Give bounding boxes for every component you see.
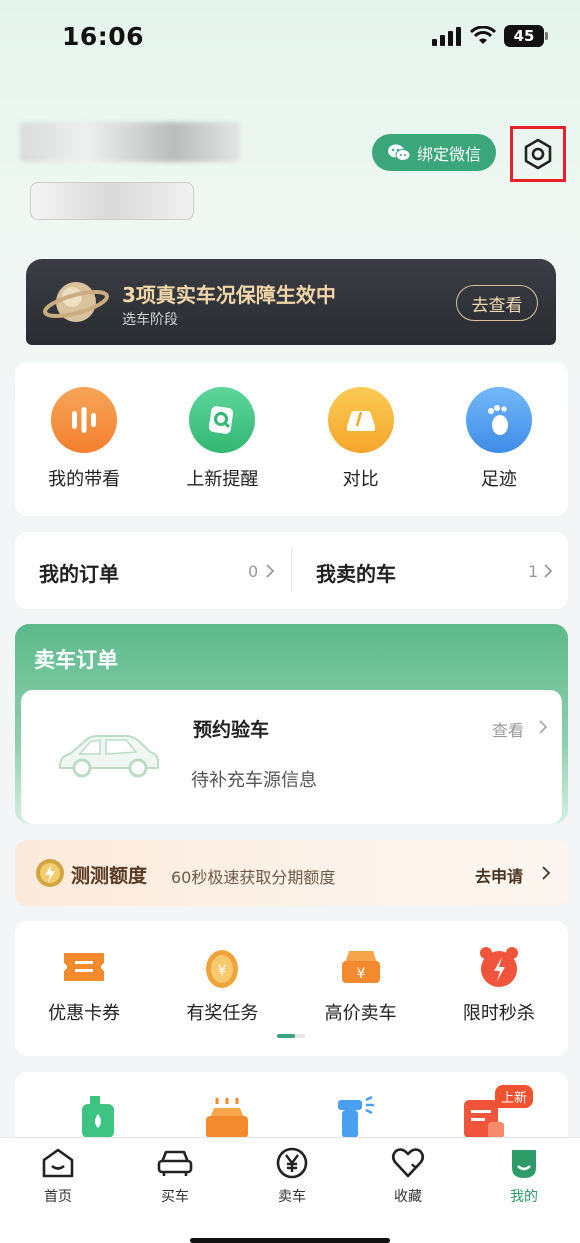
tab-label: 买车 bbox=[161, 1189, 189, 1205]
profile-icon bbox=[512, 1150, 536, 1178]
settings-hex-icon bbox=[524, 138, 552, 170]
banner-title: 3项真实车况保障生效中 bbox=[122, 283, 336, 307]
status-time: 16:06 bbox=[62, 22, 145, 51]
service-label: 高价卖车 bbox=[324, 1003, 397, 1024]
quick-action-new-alerts[interactable]: 上新提醒 bbox=[162, 387, 282, 491]
quick-action-label: 我的带看 bbox=[48, 469, 121, 490]
sell-order-title: 卖车订单 bbox=[34, 648, 118, 672]
home-indicator bbox=[190, 1238, 390, 1243]
quick-actions-card: 我的带看 上新提醒 对比 足迹 bbox=[15, 362, 568, 516]
quick-action-footprint[interactable]: 足迹 bbox=[439, 387, 559, 491]
chevron-right-icon bbox=[266, 564, 275, 578]
car-icon bbox=[157, 1150, 193, 1176]
banner-view-button[interactable]: 去查看 bbox=[456, 285, 538, 321]
user-tag-blurred bbox=[30, 182, 194, 220]
service-coupons[interactable]: 优惠卡券 bbox=[24, 945, 144, 1025]
planet-badge-icon bbox=[43, 282, 109, 322]
fluid-bottle-icon bbox=[82, 1096, 114, 1138]
chevron-right-icon bbox=[544, 564, 553, 578]
car-outline-icon bbox=[59, 735, 159, 778]
my-orders-count: 0 bbox=[248, 562, 259, 581]
tab-home[interactable]: 首页 bbox=[18, 1146, 98, 1206]
loan-apply-link[interactable]: 去申请 bbox=[475, 863, 523, 887]
services-card: 优惠卡券 ¥ 有奖任务 ¥ 高价卖车 限时秒杀 bbox=[15, 921, 568, 1056]
service-label: 优惠卡券 bbox=[48, 1003, 121, 1024]
footprint-icon bbox=[465, 387, 532, 453]
sell-car-icon: ¥ bbox=[341, 951, 380, 983]
status-icons: 45 bbox=[432, 25, 548, 47]
page-indicator-active bbox=[277, 1034, 295, 1038]
coin-lightning-icon bbox=[36, 859, 64, 887]
tab-label: 收藏 bbox=[394, 1189, 422, 1205]
service-flash-sale[interactable]: 限时秒杀 bbox=[439, 945, 559, 1025]
wechat-icon bbox=[387, 144, 411, 161]
service-label: 限时秒杀 bbox=[462, 1003, 535, 1024]
my-sold-cars-count: 1 bbox=[528, 562, 539, 581]
bind-wechat-button[interactable]: 绑定微信 bbox=[372, 134, 496, 171]
banner-subtitle: 选车阶段 bbox=[122, 312, 178, 328]
battery-icon: 45 bbox=[504, 25, 548, 47]
quick-action-label: 对比 bbox=[342, 469, 379, 490]
chevron-right-icon bbox=[542, 866, 551, 880]
service-label: 有奖任务 bbox=[186, 1003, 259, 1024]
my-sold-cars-entry[interactable]: 我卖的车 1 bbox=[292, 532, 568, 609]
bottom-tab-bar: 首页 买车 卖车 收藏 我的 bbox=[0, 1137, 580, 1243]
service-reward-tasks[interactable]: ¥ 有奖任务 bbox=[162, 945, 282, 1025]
car-compare-icon bbox=[327, 387, 394, 453]
tab-label: 我的 bbox=[510, 1189, 538, 1205]
quick-action-viewings[interactable]: 我的带看 bbox=[24, 387, 144, 491]
loan-title: 测测额度 bbox=[71, 865, 148, 887]
new-search-icon bbox=[189, 387, 256, 453]
settings-button[interactable] bbox=[510, 126, 566, 182]
car-wash-icon bbox=[206, 1098, 248, 1138]
heart-icon bbox=[391, 1148, 425, 1178]
tab-sell-car[interactable]: 卖车 bbox=[252, 1146, 332, 1206]
my-orders-label: 我的订单 bbox=[39, 562, 119, 586]
wifi-icon bbox=[470, 26, 496, 44]
new-badge: 上新 bbox=[495, 1085, 534, 1108]
chevron-right-icon bbox=[539, 720, 548, 734]
my-sold-cars-label: 我卖的车 bbox=[316, 562, 396, 586]
tab-label: 卖车 bbox=[278, 1189, 306, 1205]
loan-desc: 60秒极速获取分期额度 bbox=[171, 868, 336, 887]
audio-bars-icon bbox=[51, 387, 118, 453]
alarm-icon bbox=[479, 947, 518, 987]
quick-action-compare[interactable]: 对比 bbox=[301, 387, 421, 491]
svg-text:¥: ¥ bbox=[218, 963, 227, 979]
coupon-icon bbox=[64, 953, 105, 981]
quick-action-label: 足迹 bbox=[480, 469, 517, 490]
service-high-price-sell[interactable]: ¥ 高价卖车 bbox=[301, 945, 421, 1025]
sell-order-status: 预约验车 bbox=[193, 719, 270, 741]
tab-label: 首页 bbox=[44, 1189, 72, 1205]
tab-buy-car[interactable]: 买车 bbox=[135, 1146, 215, 1206]
yen-icon bbox=[276, 1147, 308, 1179]
bind-wechat-label: 绑定微信 bbox=[416, 144, 481, 164]
tab-favorites[interactable]: 收藏 bbox=[368, 1146, 448, 1206]
my-orders-entry[interactable]: 我的订单 0 bbox=[15, 532, 291, 609]
sell-order-desc: 待补充车源信息 bbox=[191, 770, 317, 791]
svg-text:¥: ¥ bbox=[356, 966, 365, 982]
signal-icon bbox=[432, 27, 461, 46]
home-icon bbox=[42, 1148, 74, 1178]
quick-action-label: 上新提醒 bbox=[186, 469, 259, 490]
sell-order-view-link[interactable]: 查看 bbox=[492, 717, 524, 741]
page-indicator bbox=[277, 1034, 305, 1038]
username-blurred bbox=[20, 122, 240, 162]
tab-profile[interactable]: 我的 bbox=[484, 1146, 564, 1206]
coin-icon: ¥ bbox=[206, 950, 239, 988]
spray-bottle-icon bbox=[338, 1095, 374, 1138]
orders-card: 我的订单 0 我卖的车 1 bbox=[15, 532, 568, 609]
